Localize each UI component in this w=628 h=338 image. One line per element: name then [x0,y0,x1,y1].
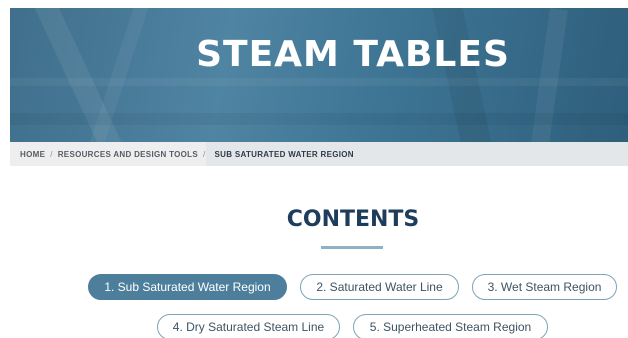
breadcrumb-separator: / [203,149,206,159]
contents-heading: CONTENTS [286,207,420,232]
page-title: STEAM TABLES [196,34,510,75]
section-link-dry-saturated-steam-line[interactable]: 4. Dry Saturated Steam Line [157,314,340,338]
breadcrumb-separator: / [50,149,53,159]
section-link-wet-steam-region[interactable]: 3. Wet Steam Region [472,274,617,300]
hero-banner [10,8,628,142]
breadcrumb-resources-link[interactable]: RESOURCES AND DESIGN TOOLS [58,150,198,159]
breadcrumb-home-link[interactable]: HOME [20,150,45,159]
contents-divider [321,246,383,249]
section-link-superheated-steam-region[interactable]: 5. Superheated Steam Region [353,314,548,338]
section-link-sub-saturated-water-region[interactable]: 1. Sub Saturated Water Region [88,274,287,300]
breadcrumb: HOME / RESOURCES AND DESIGN TOOLS / SUB … [10,142,628,166]
breadcrumb-current: SUB SATURATED WATER REGION [214,149,354,159]
banner-decoration [10,113,628,125]
breadcrumb-items: HOME / RESOURCES AND DESIGN TOOLS / SUB … [20,142,354,166]
section-link-saturated-water-line[interactable]: 2. Saturated Water Line [300,274,459,300]
banner-decoration [10,78,628,86]
